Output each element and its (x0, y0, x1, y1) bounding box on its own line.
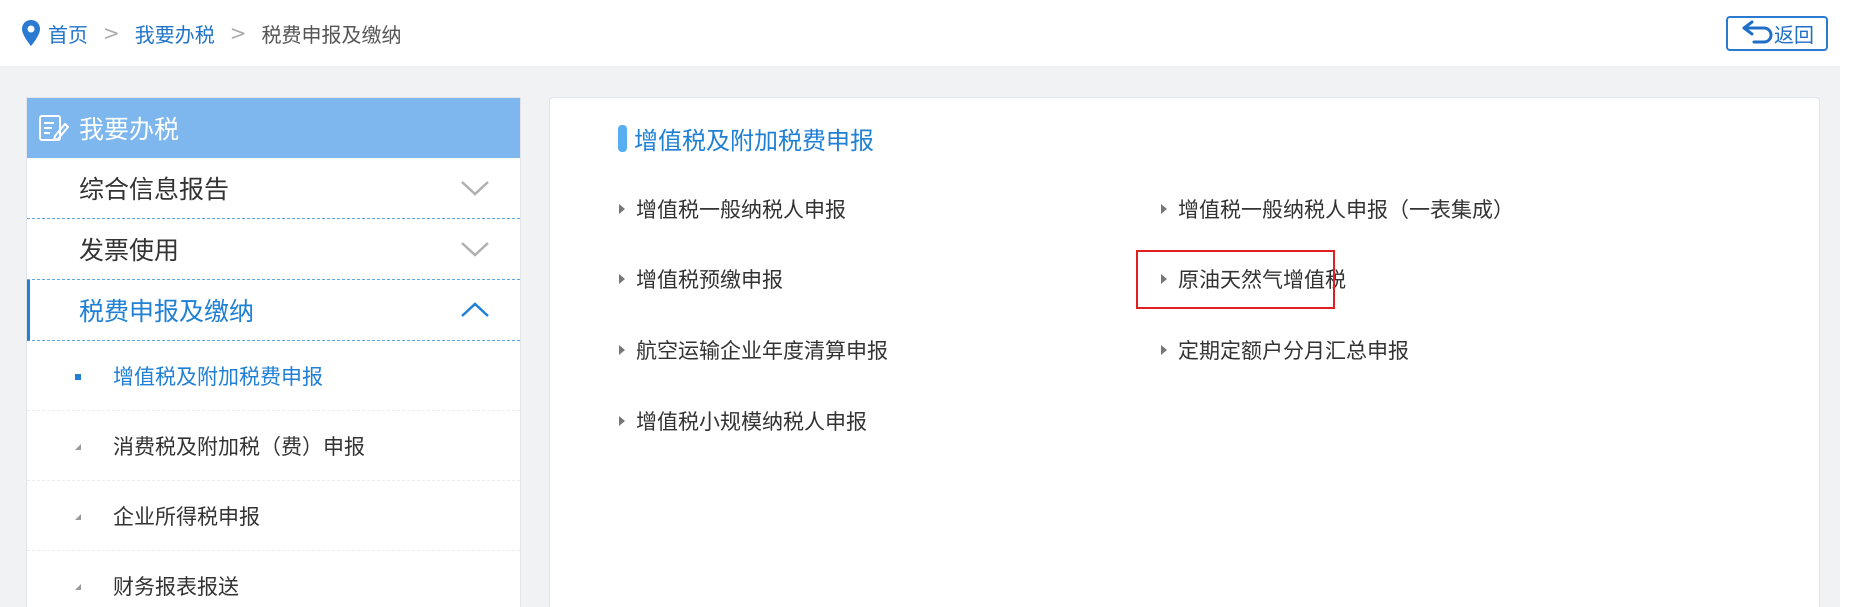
caret-right-icon (619, 416, 625, 426)
triangle-bullet-icon (75, 584, 81, 590)
chevron-up-icon (461, 302, 489, 317)
top-bar: 首页 > 我要办税 > 税费申报及缴纳 返回 (0, 0, 1840, 66)
sidebar-subitem-label: 企业所得税申报 (113, 504, 260, 529)
sidebar-subitem-label: 消费税及附加税（费）申报 (113, 434, 365, 459)
caret-right-icon (1161, 204, 1167, 214)
sidebar-subitem-consumption-tax[interactable]: 消费税及附加税（费）申报 (27, 411, 520, 481)
sidebar-category-label: 综合信息报告 (79, 175, 230, 204)
link-vat-small-scale[interactable]: 增值税小规模纳税人申报 (618, 406, 867, 436)
breadcrumb-current: 税费申报及缴纳 (261, 22, 402, 47)
sidebar-category-info-report[interactable]: 综合信息报告 (27, 158, 520, 219)
edit-document-icon (39, 115, 69, 141)
link-vat-prepay[interactable]: 增值税预缴申报 (618, 264, 783, 294)
link-label: 增值税小规模纳税人申报 (636, 410, 867, 434)
section-title-bar (618, 124, 627, 152)
section-title-text: 增值税及附加税费申报 (634, 126, 874, 155)
sidebar-subitem-label: 增值税及附加税费申报 (113, 364, 323, 389)
caret-right-icon (619, 345, 625, 355)
link-label: 增值税一般纳税人申报 (636, 198, 846, 222)
square-bullet-icon (75, 374, 81, 380)
chevron-down-icon (461, 181, 489, 196)
caret-right-icon (619, 204, 625, 214)
sidebar-category-tax-filing[interactable]: 税费申报及缴纳 (27, 280, 520, 341)
back-button[interactable]: 返回 (1726, 16, 1828, 51)
sidebar-subitem-label: 财务报表报送 (113, 574, 239, 599)
section-title: 增值税及附加税费申报 (618, 123, 874, 155)
link-label: 增值税一般纳税人申报（一表集成） (1178, 198, 1514, 222)
highlight-box (1136, 250, 1335, 309)
sidebar-category-label: 税费申报及缴纳 (79, 297, 255, 326)
sidebar-subitem-financial-report[interactable]: 财务报表报送 (27, 551, 520, 607)
chevron-down-icon (461, 242, 489, 257)
breadcrumb-separator: > (103, 21, 120, 45)
caret-right-icon (619, 274, 625, 284)
link-aviation-annual[interactable]: 航空运输企业年度清算申报 (618, 335, 888, 365)
triangle-bullet-icon (75, 514, 81, 520)
link-vat-general-integrated[interactable]: 增值税一般纳税人申报（一表集成） (1160, 194, 1514, 224)
sidebar-header: 我要办税 (27, 98, 520, 158)
sidebar-subitem-vat[interactable]: 增值税及附加税费申报 (27, 341, 520, 411)
back-button-label: 返回 (1774, 23, 1814, 47)
right-gutter (1840, 0, 1873, 607)
link-fixed-quota-monthly[interactable]: 定期定额户分月汇总申报 (1160, 335, 1409, 365)
link-vat-general[interactable]: 增值税一般纳税人申报 (618, 194, 846, 224)
breadcrumb-level2-link[interactable]: 我要办税 (135, 19, 215, 48)
link-label: 增值税预缴申报 (636, 268, 783, 292)
link-label: 航空运输企业年度清算申报 (636, 339, 888, 363)
breadcrumb: 首页 > 我要办税 > 税费申报及缴纳 (20, 18, 402, 48)
breadcrumb-home-link[interactable]: 首页 (48, 19, 88, 48)
back-arrow-icon (1742, 20, 1773, 43)
main-content: 增值税及附加税费申报 增值税一般纳税人申报 增值税预缴申报 航空运输企业年度清算… (549, 97, 1820, 607)
caret-right-icon (1161, 345, 1167, 355)
triangle-bullet-icon (75, 444, 81, 450)
location-pin-icon (22, 20, 40, 46)
link-label: 定期定额户分月汇总申报 (1178, 339, 1409, 363)
sidebar-category-label: 发票使用 (79, 236, 180, 265)
sidebar-subitem-corporate-income-tax[interactable]: 企业所得税申报 (27, 481, 520, 551)
breadcrumb-separator: > (229, 21, 247, 45)
sidebar-category-invoice[interactable]: 发票使用 (27, 219, 520, 280)
sidebar-header-title: 我要办税 (79, 115, 180, 144)
sidebar: 我要办税 综合信息报告 发票使用 税费申报及缴纳 增值税及附加税费申报 消费税及… (26, 97, 521, 607)
